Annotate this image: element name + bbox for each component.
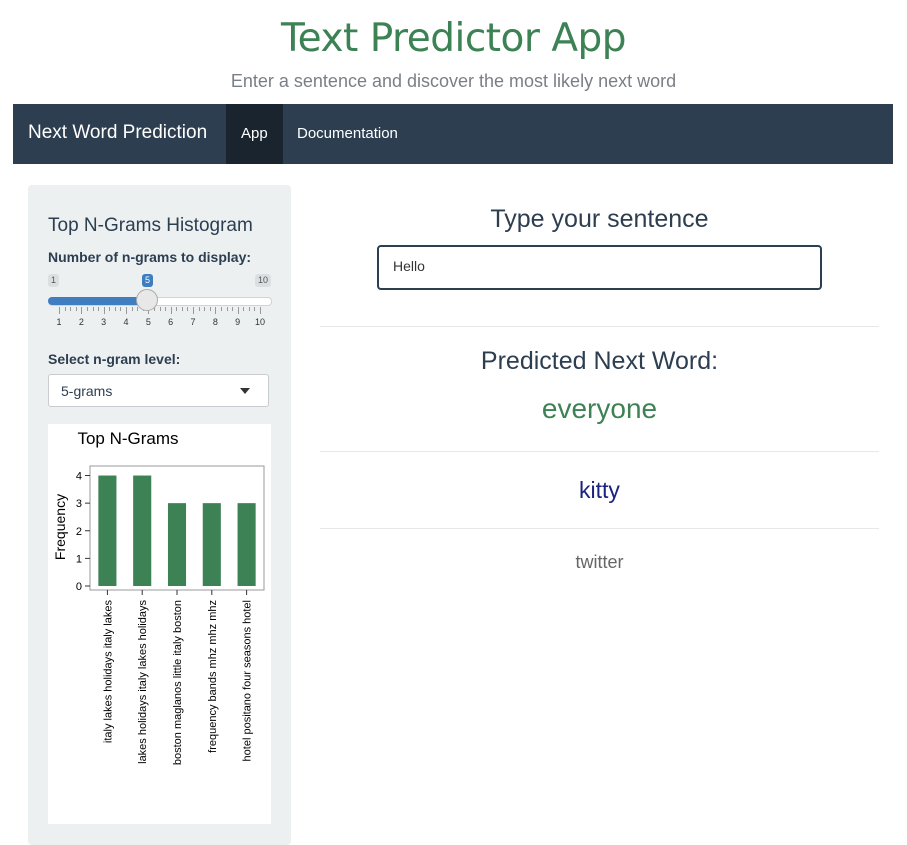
y-tick-label: 2 <box>76 526 82 538</box>
select-value: 5-grams <box>61 383 113 399</box>
x-tick-label: boston maglanos little italy boston <box>172 600 184 765</box>
slider-tick <box>126 307 127 314</box>
app-subtitle: Enter a sentence and discover the most l… <box>230 71 677 91</box>
sentence-input[interactable] <box>393 258 793 274</box>
third-prediction: twitter <box>575 552 624 572</box>
slider-minor-tick <box>98 307 100 311</box>
slider-minor-tick <box>131 307 133 311</box>
x-tick-label: lakes holidays italy lakes holidays <box>137 600 149 764</box>
bar <box>167 503 187 586</box>
slider-minor-tick <box>120 307 122 311</box>
histogram-chart: Top N-Grams Frequency 0 1 2 3 4 italy lakes h… <box>52 429 265 765</box>
slider-tick-label: 6 <box>168 317 174 327</box>
x-tick-label: frequency bands mhz mhz mhz <box>207 600 219 753</box>
app-title: Text Predictor App <box>280 16 627 61</box>
chart-title: Top N-Grams <box>77 429 178 448</box>
slider-minor-tick <box>243 307 245 311</box>
slider-tick-label: 5 <box>145 317 151 327</box>
y-tick-label: 4 <box>76 471 82 483</box>
slider-minor-tick <box>248 307 250 311</box>
slider-minor-tick <box>86 307 88 311</box>
slider-tick <box>103 307 105 314</box>
second-prediction: kitty <box>579 477 620 503</box>
slider-minor-tick <box>232 307 234 311</box>
slider-tick-label: 7 <box>190 317 196 327</box>
slider-minor-tick <box>209 307 211 311</box>
tab-documentation[interactable]: Documentation <box>282 104 413 164</box>
slider-tick-label: 10 <box>254 317 265 327</box>
histogram-plot: Top N-Grams Frequency 0 1 2 3 4 italy lakes h… <box>48 424 271 824</box>
slider-tick-label: 8 <box>212 317 218 327</box>
slider-minor-tick <box>109 307 111 311</box>
slider-minor-tick <box>64 307 66 311</box>
prediction-heading: Predicted Next Word: <box>480 347 719 375</box>
select-label: Select n-gram level: <box>48 351 181 367</box>
ngram-level-select[interactable]: 5-grams <box>48 374 269 407</box>
sidebar-title: Top N-Grams Histogram <box>48 215 253 236</box>
y-tick-label: 0 <box>76 581 82 593</box>
tab-app[interactable]: App <box>226 104 283 164</box>
sidebar-panel: Top N-Grams Histogram Number of n-grams … <box>28 185 291 845</box>
slider-minor-tick <box>75 307 77 311</box>
slider-minor-tick <box>187 307 189 311</box>
divider <box>320 451 879 452</box>
slider-value-badge: 5 <box>142 274 154 287</box>
slider-tick <box>215 307 217 314</box>
slider-minor-tick <box>159 307 161 311</box>
sentence-input-box[interactable] <box>377 245 822 290</box>
x-tick-label: hotel positano four seasons hotel <box>242 600 254 761</box>
input-heading: Type your sentence <box>490 205 709 233</box>
y-tick-label: 1 <box>76 553 82 565</box>
slider-minor-tick <box>165 307 167 311</box>
slider-tick <box>59 307 60 314</box>
slider-minor-tick <box>137 307 139 311</box>
slider-minor-tick <box>176 307 178 311</box>
divider <box>320 326 879 327</box>
divider <box>320 528 879 529</box>
slider-minor-tick <box>70 307 72 311</box>
slider-minor-tick <box>181 307 183 311</box>
slider-minor-tick <box>92 307 94 311</box>
slider-minor-tick <box>254 307 256 311</box>
top-prediction: everyone <box>541 393 658 424</box>
slider-minor-tick <box>114 307 116 311</box>
slider-tick <box>170 307 172 314</box>
caret-down-icon <box>240 388 250 394</box>
y-tick-label: 3 <box>76 498 82 510</box>
slider-minor-tick <box>226 307 228 311</box>
slider-tick <box>81 307 83 314</box>
slider-handle[interactable] <box>136 289 158 311</box>
slider-minor-tick <box>204 307 206 311</box>
y-axis-label: Frequency <box>52 494 68 560</box>
slider-minor-tick <box>220 307 222 311</box>
slider-tick-label: 9 <box>235 317 241 327</box>
x-tick-label: italy lakes holidays italy lakes <box>102 600 114 744</box>
slider-label: Number of n-grams to display: <box>48 249 252 265</box>
bar <box>98 475 117 586</box>
slider-tick-label: 2 <box>78 317 84 327</box>
slider-fill <box>48 297 148 305</box>
slider-tick <box>193 307 194 314</box>
bar <box>202 503 221 586</box>
navbar: Next Word Prediction App Documentation <box>13 104 893 164</box>
slider-minor-tick <box>198 307 200 311</box>
slider-tick-label: 1 <box>56 317 62 327</box>
bar <box>133 475 152 586</box>
slider-tick-label: 3 <box>101 317 107 327</box>
navbar-brand[interactable]: Next Word Prediction <box>28 122 207 144</box>
slider-tick-label: 4 <box>123 317 129 327</box>
slider-min-badge: 1 <box>48 274 60 287</box>
slider-tick <box>260 307 261 314</box>
slider-max-badge: 10 <box>255 274 272 287</box>
bar <box>237 503 256 586</box>
slider-tick <box>237 307 239 314</box>
